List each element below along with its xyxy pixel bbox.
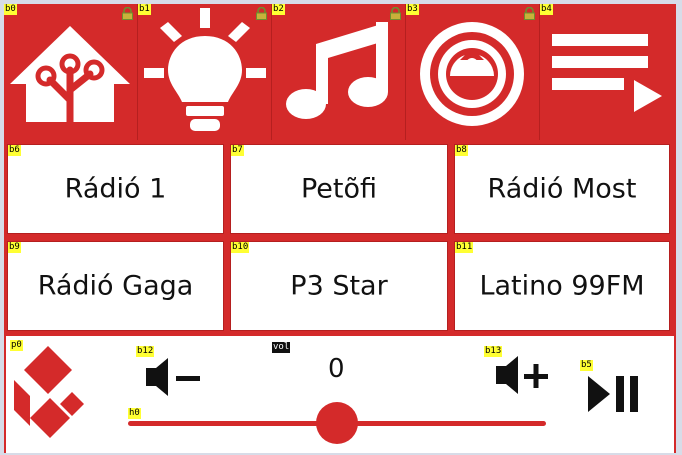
lock-icon — [255, 7, 268, 20]
station-label: Latino 99FM — [479, 270, 645, 302]
kodi-logo[interactable]: p0 — [10, 340, 90, 450]
lock-icon — [121, 7, 134, 20]
object-id-label: vol — [272, 342, 291, 353]
object-id-label: b7 — [231, 145, 244, 156]
object-id-label: b1 — [138, 4, 151, 15]
lock-icon — [523, 7, 536, 20]
object-id-label: b6 — [8, 145, 21, 156]
object-id-label: b11 — [455, 242, 474, 253]
station-button[interactable]: b11 Latino 99FM — [454, 241, 670, 331]
object-id-label: b10 — [231, 242, 250, 253]
kodi-logo-icon — [14, 346, 84, 438]
music-note-icon — [286, 22, 388, 119]
ui-panel: b0 b1 b2 b3 b4 b6 Rádió 1 b7 Petõfi b8 R… — [4, 4, 676, 453]
volume-slider-thumb[interactable] — [316, 402, 358, 444]
volume-value: 0 — [328, 354, 345, 384]
speaker-button[interactable]: b3 — [406, 4, 540, 140]
playlist-button[interactable]: b4 — [540, 4, 676, 140]
music-button[interactable]: b2 — [272, 4, 406, 140]
object-id-label: b9 — [8, 242, 21, 253]
lock-icon — [389, 7, 402, 20]
object-id-label: b4 — [540, 4, 553, 15]
home-assistant-icon — [10, 26, 130, 126]
station-label: Rádió 1 — [64, 173, 167, 205]
station-label: Petõfi — [300, 173, 378, 205]
object-id-label: h0 — [128, 408, 141, 419]
home-assistant-button[interactable]: b0 — [4, 4, 138, 140]
lightbulb-icon — [144, 8, 266, 131]
volume-up-button[interactable]: b13 — [484, 346, 554, 402]
object-id-label: p0 — [10, 340, 23, 351]
station-label: Rádió Most — [487, 173, 637, 205]
object-id-label: b8 — [455, 145, 468, 156]
station-button[interactable]: b6 Rádió 1 — [7, 144, 224, 234]
playlist-icon — [552, 34, 662, 112]
player-controls: p0 b12 vol 0 b13 b5 h0 — [6, 336, 674, 453]
object-id-label: b2 — [272, 4, 285, 15]
station-button[interactable]: b9 Rádió Gaga — [7, 241, 224, 331]
object-id-label: b13 — [484, 346, 503, 357]
play-pause-button[interactable]: b5 — [580, 360, 650, 420]
object-id-label: b12 — [136, 346, 155, 357]
station-label: Rádió Gaga — [37, 270, 194, 302]
station-button[interactable]: b8 Rádió Most — [454, 144, 670, 234]
object-id-label: b5 — [580, 360, 593, 371]
station-button[interactable]: b7 Petõfi — [230, 144, 448, 234]
station-button[interactable]: b10 P3 Star — [230, 241, 448, 331]
volume-down-button[interactable]: b12 — [136, 346, 202, 402]
lights-button[interactable]: b1 — [138, 4, 272, 140]
speaker-icon — [420, 22, 524, 126]
object-id-label: b3 — [406, 4, 419, 15]
object-id-label: b0 — [4, 4, 17, 15]
station-label: P3 Star — [290, 270, 388, 302]
